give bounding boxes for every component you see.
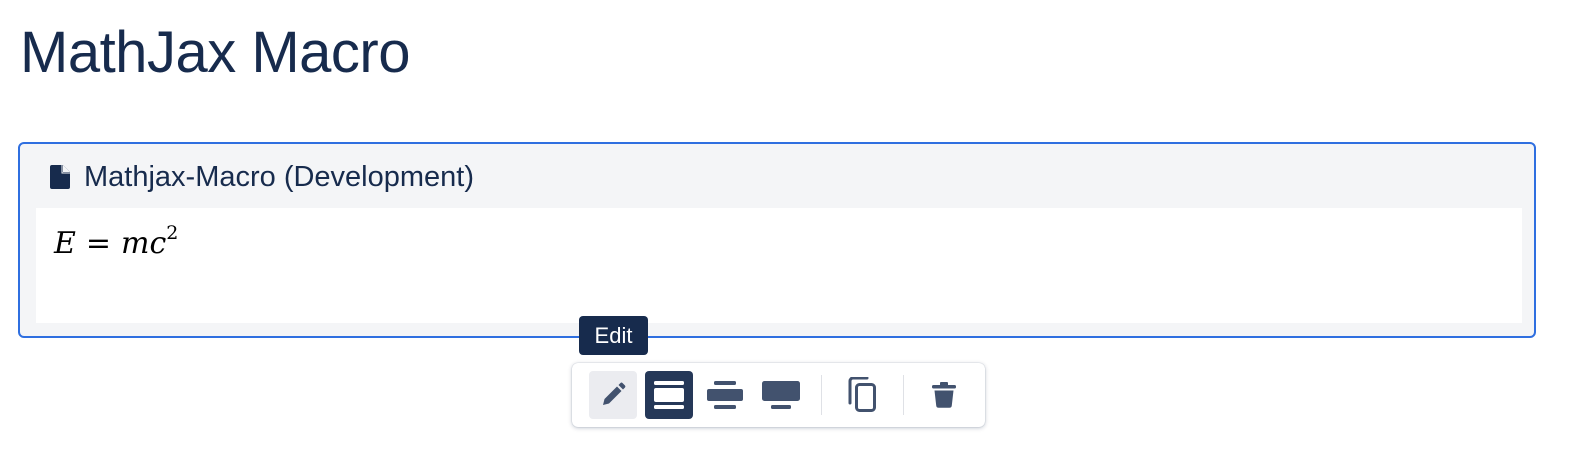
edit-button[interactable] — [589, 371, 637, 419]
mathjax-macro-block[interactable]: Mathjax-Macro (Development) E = mc2 — [18, 142, 1536, 338]
copy-icon — [847, 377, 877, 413]
macro-toolbar — [572, 363, 985, 427]
math-formula: E = mc2 — [54, 224, 178, 264]
pencil-icon — [600, 382, 626, 408]
full-width-button[interactable] — [645, 371, 693, 419]
document-icon — [50, 165, 70, 189]
copy-button[interactable] — [838, 371, 886, 419]
formula-equals: = — [85, 226, 112, 261]
macro-header: Mathjax-Macro (Development) — [50, 160, 474, 194]
full-width-icon — [654, 381, 684, 409]
center-layout-button[interactable] — [701, 371, 749, 419]
page-title: MathJax Macro — [20, 20, 410, 85]
wide-layout-button[interactable] — [757, 371, 805, 419]
formula-rhs: mc — [121, 226, 167, 261]
macro-body: E = mc2 — [36, 208, 1522, 323]
formula-exponent: 2 — [166, 222, 179, 244]
center-align-icon — [707, 381, 743, 409]
formula-lhs: E — [54, 226, 76, 261]
delete-button[interactable] — [920, 371, 968, 419]
toolbar-separator — [821, 375, 822, 415]
macro-title: Mathjax-Macro (Development) — [84, 161, 475, 193]
edit-tooltip: Edit — [579, 316, 648, 355]
trash-icon — [932, 382, 956, 408]
toolbar-separator — [903, 375, 904, 415]
wide-display-icon — [762, 381, 800, 409]
